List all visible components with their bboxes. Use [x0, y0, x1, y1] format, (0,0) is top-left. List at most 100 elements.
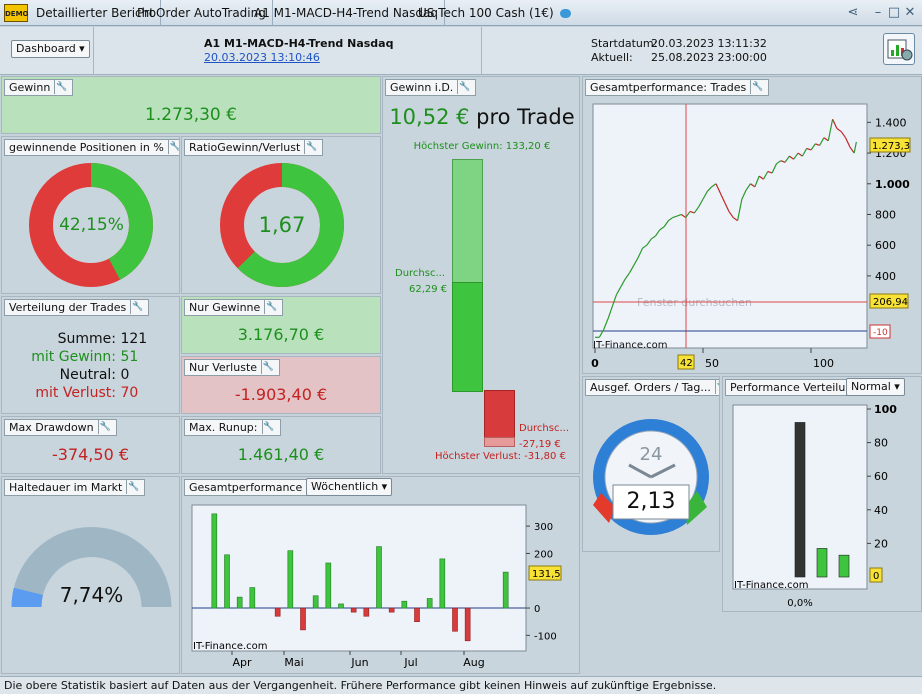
close-icon[interactable]: ✕: [902, 5, 918, 21]
row-value: 0: [120, 367, 130, 383]
clock-label: 24: [640, 444, 663, 465]
y-tick-label: 40: [874, 504, 888, 517]
per-trade-suffix: pro Trade: [476, 105, 575, 129]
month-label: Mai: [284, 656, 303, 669]
disclaimer-footer: Die obere Statistik basiert auf Daten au…: [0, 676, 922, 694]
maximize-icon[interactable]: □: [886, 5, 902, 21]
max-gain-label: Höchster Gewinn: 133,20 €: [413, 141, 551, 152]
weekly-bar: [325, 562, 332, 609]
x-tick-label: 100: [813, 357, 834, 370]
month-label: Jul: [403, 656, 417, 669]
wrench-icon[interactable]: 🔧: [304, 140, 318, 154]
orders-panel: Ausgef. Orders / Tag...🔧 24 2,13: [582, 376, 720, 552]
y-tick-label: 60: [874, 470, 888, 483]
haltedauer-title: Haltedauer im Markt 🔧: [4, 479, 146, 496]
wrench-icon[interactable]: 🔧: [714, 380, 719, 394]
orders-clock: 24: [593, 419, 709, 535]
current-value: 25.08.2023 23:00:00: [651, 51, 767, 64]
row-label: mit Verlust:: [35, 385, 116, 401]
row-label: Neutral:: [59, 367, 116, 383]
x-tick-label: 50: [705, 357, 719, 370]
wrench-icon[interactable]: 🔧: [130, 300, 144, 314]
ratio-value: 1,67: [258, 213, 306, 237]
verteilung-rows: Summe: 121 mit Gewinn: 51 Neutral: 0 mit…: [2, 330, 179, 402]
wrench-icon[interactable]: 🔧: [261, 360, 275, 374]
gewinn-id-title: Gewinn i.D. 🔧: [385, 79, 477, 96]
dashboard-label: Dashboard: [16, 42, 76, 55]
max-drawdown-title-text: Max Drawdown: [9, 421, 94, 434]
zero-text: 0: [873, 571, 879, 582]
weekly-bar: [274, 607, 281, 617]
loss-bar-avg: [484, 390, 515, 438]
cursor-y-text: 206,94: [873, 297, 908, 308]
row-label: mit Gewinn:: [31, 349, 116, 365]
y-ticks: 100 80 60 40 20: [867, 403, 897, 550]
gain-bar-light: [452, 159, 483, 283]
share-icon[interactable]: ⋖: [845, 5, 861, 21]
weekly-bar: [502, 571, 509, 609]
per-trade: 10,52 € pro Trade: [383, 105, 579, 129]
distribution-bar: [794, 422, 806, 578]
distribution-chart: 100 80 60 40 20 0 IT-Finance.com 0,0%: [732, 403, 897, 609]
gewinn-id-title-text: Gewinn i.D.: [390, 81, 454, 94]
nur-gewinne-value: 3.176,70 €: [237, 325, 325, 344]
max-drawdown-value: -374,50 €: [51, 445, 130, 464]
title-bar: DEMO Detaillierter Bericht ProOrder Auto…: [0, 0, 922, 26]
nur-verluste-title-text: Nur Verluste: [189, 361, 258, 374]
dashboard-dropdown[interactable]: Dashboard ▾: [11, 40, 90, 58]
nur-verluste-panel: Nur Verluste 🔧 -1.903,40 €: [181, 356, 381, 414]
weekly-bar: [211, 513, 218, 609]
loss-bar-light: [484, 437, 515, 447]
minimize-icon[interactable]: –: [870, 5, 886, 21]
row-label: Summe:: [57, 331, 116, 347]
instrument-label: US Tech 100 Cash (1€): [418, 6, 554, 20]
month-label: Jun: [350, 656, 368, 669]
cursor-x-text: 42: [680, 358, 693, 369]
weekly-bar: [236, 596, 243, 609]
start-value: 20.03.2023 13:11:32: [651, 37, 767, 50]
verteilung-row-gewinn: mit Gewinn: 51: [2, 348, 179, 366]
y-tick-label: 1.400: [875, 116, 907, 129]
y-tick-label: 600: [875, 239, 896, 252]
ratio-title: RatioGewinn/Verlust 🔧: [184, 139, 324, 156]
gewinn-value: 1.273,30 €: [145, 105, 237, 125]
verteilung-row-neutral: Neutral: 0: [2, 366, 179, 384]
weekly-bar: [224, 554, 230, 609]
equity-chart: Fenster durchsuchen IT-Finance.com 1.400…: [591, 103, 911, 370]
max-runup-title-text: Max. Runup:: [189, 421, 258, 434]
orders-title: Ausgef. Orders / Tag...🔧: [585, 379, 719, 396]
win-pct-panel: gewinnende Positionen in % 🔧 42,15%: [1, 136, 180, 294]
last-value-text: 131,5: [532, 569, 561, 580]
wrench-icon[interactable]: 🔧: [457, 80, 471, 94]
weekly-bar: [350, 607, 357, 613]
x-ticks: 0 50 100: [591, 348, 834, 370]
nur-gewinne-panel: Nur Gewinne 🔧 3.176,70 €: [181, 296, 381, 354]
weekly-chart: 300 200 0 -100 Apr Mai Jun Jul Aug IT-Finance.c…: [191, 504, 562, 669]
gesamt-weekly-panel: Gesamtperformance🔧 Wöchentlich ▾ 3002000…: [181, 476, 580, 674]
weekly-bar: [388, 607, 395, 613]
strategy-name: A1 M1-MACD-H4-Trend Nasdaq: [204, 37, 394, 50]
wrench-icon[interactable]: 🔧: [264, 300, 278, 314]
wrench-icon[interactable]: 🔧: [97, 420, 112, 434]
gain-bar-avg: [452, 282, 483, 392]
win-pct-title: gewinnende Positionen in % 🔧: [4, 139, 179, 156]
verteilung-panel: Verteilung der Trades 🔧 Summe: 121 mit Ge…: [1, 296, 180, 414]
strategy-date-link[interactable]: 20.03.2023 13:10:46: [204, 51, 320, 64]
max-runup-panel: Max. Runup: 🔧 1.461,40 €: [181, 416, 381, 474]
chart-credit: IT-Finance.com: [193, 641, 268, 652]
gewinn-title-text: Gewinn: [9, 81, 51, 94]
nur-verluste-value: -1.903,40 €: [234, 385, 328, 404]
perf-verteilung-panel: Performance Verteilung Normal ▾ 100 80 60 4…: [722, 376, 922, 612]
avg-loss-value: -27,19 €: [519, 439, 561, 450]
haltedauer-value: 7,74%: [59, 583, 124, 607]
x-label: 0,0%: [787, 598, 812, 609]
y-tick-label: 800: [875, 208, 896, 221]
wrench-icon[interactable]: 🔧: [167, 140, 179, 154]
chart-credit: IT-Finance.com: [734, 580, 809, 591]
wrench-icon[interactable]: 🔧: [261, 420, 276, 434]
report-settings-icon[interactable]: [883, 33, 915, 65]
wrench-icon[interactable]: 🔧: [126, 480, 140, 494]
tab-instrument[interactable]: US Tech 100 Cash (1€): [412, 0, 577, 26]
verteilung-title-text: Verteilung der Trades: [9, 301, 127, 314]
wrench-icon[interactable]: 🔧: [54, 80, 68, 94]
